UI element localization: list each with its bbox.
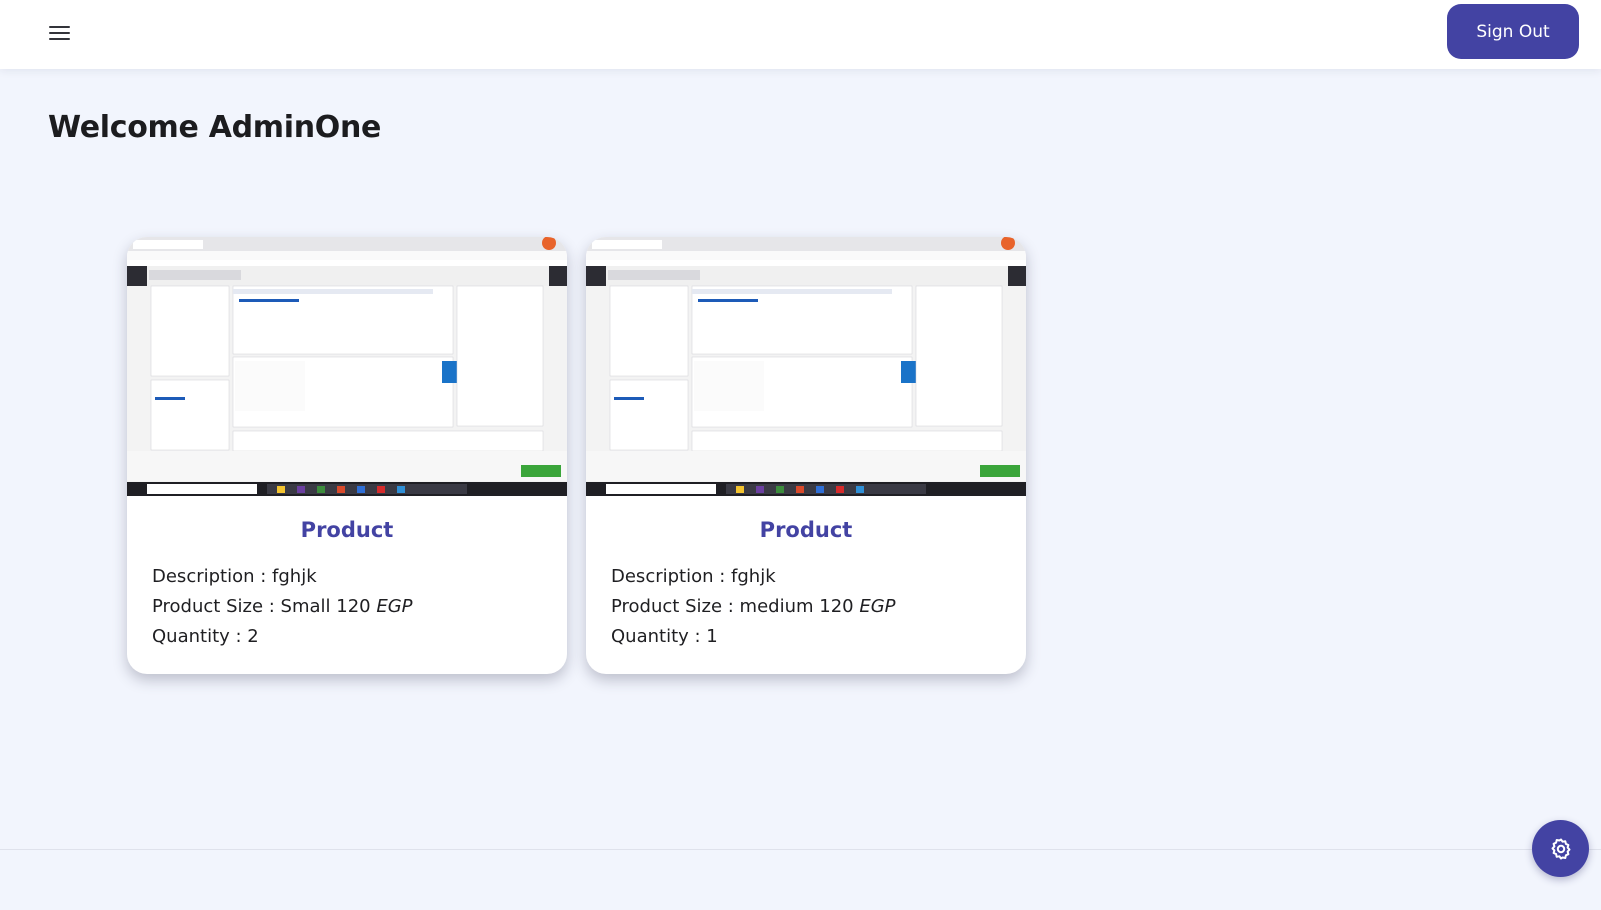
description-label: Description : [611, 566, 732, 587]
description-value: fghjk [731, 566, 776, 587]
gear-icon [1551, 838, 1570, 859]
currency-label: EGP [859, 596, 896, 617]
price-value: 120 [819, 596, 854, 617]
description-row: Description : fghjk [611, 562, 896, 592]
size-value: medium [739, 596, 814, 617]
hamburger-menu-icon[interactable] [46, 22, 74, 44]
product-title: Product [300, 518, 394, 542]
quantity-value: 2 [247, 626, 259, 647]
quantity-row: Quantity : 1 [611, 622, 896, 652]
product-title: Product [759, 518, 853, 542]
description-value: fghjk [272, 566, 317, 587]
description-label: Description : [152, 566, 273, 587]
product-info: Description : fghjk Product Size : mediu… [611, 562, 896, 652]
page-title: Welcome AdminOne [48, 110, 382, 145]
size-row: Product Size : Small 120 EGP [152, 592, 413, 622]
currency-label: EGP [376, 596, 413, 617]
sign-out-button[interactable]: Sign Out [1447, 4, 1579, 59]
product-card: Product Description : fghjk Product Size… [586, 237, 1026, 674]
price-value: 120 [336, 596, 371, 617]
size-value: Small [280, 596, 331, 617]
description-row: Description : fghjk [152, 562, 413, 592]
size-label: Product Size : [611, 596, 740, 617]
size-label: Product Size : [152, 596, 281, 617]
product-info: Description : fghjk Product Size : Small… [152, 562, 413, 652]
product-card: Product Description : fghjk Product Size… [127, 237, 567, 674]
quantity-label: Quantity : [611, 626, 707, 647]
top-navbar: Sign Out [0, 0, 1601, 69]
settings-button[interactable] [1532, 820, 1589, 877]
quantity-row: Quantity : 2 [152, 622, 413, 652]
quantity-value: 1 [706, 626, 718, 647]
footer-divider [0, 849, 1601, 850]
product-image [127, 237, 567, 496]
quantity-label: Quantity : [152, 626, 248, 647]
product-image [586, 237, 1026, 496]
size-row: Product Size : medium 120 EGP [611, 592, 896, 622]
